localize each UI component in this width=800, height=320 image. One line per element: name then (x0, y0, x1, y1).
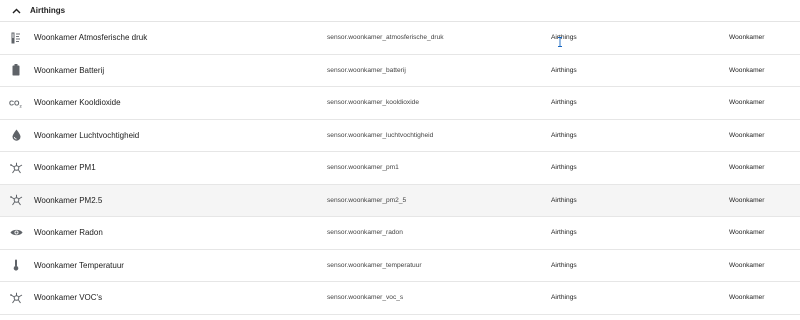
integration-name: Airthings (551, 294, 577, 302)
entity-name: Woonkamer PM2.5 (34, 195, 103, 205)
battery-icon (9, 63, 23, 77)
water-drop-icon (9, 128, 23, 142)
chevron-up-icon[interactable] (10, 5, 22, 17)
svg-text:2: 2 (20, 103, 23, 108)
table-row[interactable]: Woonkamer Luchtvochtigheid sensor.woonka… (0, 120, 800, 152)
area-name: Woonkamer (729, 164, 765, 172)
text-cursor-icon (557, 34, 563, 47)
entity-id: sensor.woonkamer_temperatuur (327, 261, 422, 269)
table-row[interactable]: Woonkamer Batterij sensor.woonkamer_batt… (0, 55, 800, 87)
table-row[interactable]: CO 2 Woonkamer Kooldioxide sensor.woonka… (0, 87, 800, 120)
integration-name: Airthings (551, 131, 577, 139)
table-row[interactable]: Woonkamer Atmosferische druk sensor.woon… (0, 22, 800, 55)
entity-id: sensor.woonkamer_radon (327, 229, 403, 237)
entity-id: sensor.woonkamer_kooldioxide (327, 99, 419, 107)
table-row[interactable]: Woonkamer VOC's sensor.woonkamer_voc_s A… (0, 282, 800, 315)
area-name: Woonkamer (729, 34, 765, 42)
group-title: Airthings (30, 6, 66, 15)
integration-name: Airthings (551, 229, 577, 237)
integration-name: Airthings (551, 261, 577, 269)
table-row[interactable]: Woonkamer Temperatuur sensor.woonkamer_t… (0, 250, 800, 282)
thermometer-icon (9, 258, 23, 272)
integration-name: Airthings (551, 164, 577, 172)
integration-name: Airthings (551, 66, 577, 74)
entity-name: Woonkamer Luchtvochtigheid (34, 130, 140, 140)
molecule-icon (9, 291, 23, 305)
entity-name: Woonkamer Radon (34, 228, 103, 238)
area-name: Woonkamer (729, 66, 765, 74)
entity-name: Woonkamer VOC's (34, 293, 103, 303)
eye-icon (9, 226, 23, 240)
entity-id: sensor.woonkamer_voc_s (327, 294, 404, 302)
area-name: Woonkamer (729, 294, 765, 302)
integration-name: Airthings (551, 34, 577, 42)
group-header[interactable]: Airthings (0, 0, 800, 22)
area-name: Woonkamer (729, 229, 765, 237)
table-row[interactable]: Woonkamer PM1 sensor.woonkamer_pm1 Airth… (0, 152, 800, 185)
entity-id: sensor.woonkamer_atmosferische_druk (327, 34, 444, 42)
entity-name: Woonkamer Atmosferische druk (34, 33, 148, 43)
area-name: Woonkamer (729, 131, 765, 139)
entity-name: Woonkamer PM1 (34, 163, 96, 173)
entity-id: sensor.woonkamer_pm1 (327, 164, 399, 172)
area-name: Woonkamer (729, 99, 765, 107)
area-name: Woonkamer (729, 261, 765, 269)
molecule-icon (9, 161, 23, 175)
integration-name: Airthings (551, 196, 577, 204)
integration-name: Airthings (551, 99, 577, 107)
gauge-icon (9, 31, 23, 45)
table-row[interactable]: Woonkamer Radon sensor.woonkamer_radon A… (0, 217, 800, 250)
table-row[interactable]: Woonkamer PM2.5 sensor.woonkamer_pm2_5 A… (0, 184, 800, 217)
entity-id: sensor.woonkamer_pm2_5 (327, 196, 407, 204)
area-name: Woonkamer (729, 196, 765, 204)
entity-name: Woonkamer Batterij (34, 65, 105, 75)
entity-name: Woonkamer Kooldioxide (34, 98, 121, 108)
entity-id: sensor.woonkamer_luchtvochtigheid (327, 131, 434, 139)
molecule-icon (9, 193, 23, 207)
co2-icon: CO 2 (9, 96, 23, 110)
svg-text:CO: CO (9, 100, 20, 107)
entity-id: sensor.woonkamer_batterij (327, 66, 406, 74)
entity-name: Woonkamer Temperatuur (34, 260, 124, 270)
